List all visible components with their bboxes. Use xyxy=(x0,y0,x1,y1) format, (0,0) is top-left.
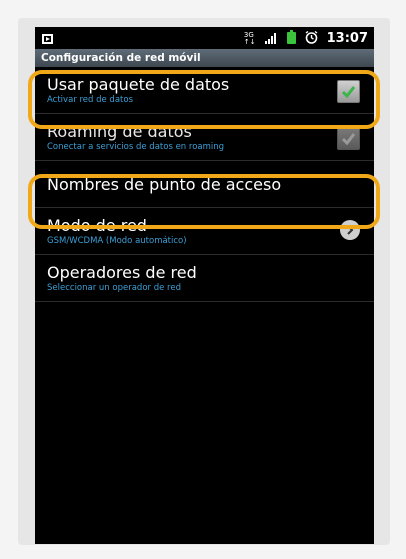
list-item-data-roaming[interactable]: Roaming de datos Conectar a servicios de… xyxy=(35,114,374,161)
signal-icon xyxy=(264,29,278,48)
checkmark-icon xyxy=(341,86,356,98)
item-subtitle: Activar red de datos xyxy=(47,95,133,105)
page-title: Configuración de red móvil xyxy=(35,49,374,67)
phone-screen: 3G ↑↓ 13:07 Configuración de red móvil U… xyxy=(35,27,374,544)
alarm-icon xyxy=(305,29,318,48)
item-title: Modo de red xyxy=(47,216,147,235)
data-roaming-checkbox[interactable] xyxy=(337,127,360,150)
settings-list: Usar paquete de datos Activar red de dat… xyxy=(35,67,374,302)
data-package-checkbox[interactable] xyxy=(337,80,360,103)
item-title: Roaming de datos xyxy=(47,122,192,141)
list-item-use-data-package[interactable]: Usar paquete de datos Activar red de dat… xyxy=(35,67,374,114)
status-time: 13:07 xyxy=(326,31,368,46)
list-item-network-operators[interactable]: Operadores de red Seleccionar un operado… xyxy=(35,255,374,302)
item-subtitle: Conectar a servicios de datos en roaming xyxy=(47,142,225,152)
list-item-access-point-names[interactable]: Nombres de punto de acceso xyxy=(35,161,374,208)
chevron-right-icon[interactable] xyxy=(340,220,360,240)
item-title: Usar paquete de datos xyxy=(47,75,230,94)
item-subtitle: Seleccionar un operador de red xyxy=(47,283,181,293)
item-subtitle: GSM/WCDMA (Modo automático) xyxy=(47,236,187,246)
item-title: Nombres de punto de acceso xyxy=(47,175,282,194)
network-type-icon: 3G ↑↓ xyxy=(243,30,256,46)
battery-icon xyxy=(286,29,296,48)
sd-card-icon xyxy=(41,30,54,49)
list-item-network-mode[interactable]: Modo de red GSM/WCDMA (Modo automático) xyxy=(35,208,374,255)
item-title: Operadores de red xyxy=(47,263,197,282)
status-bar: 3G ↑↓ 13:07 xyxy=(35,27,374,49)
checkmark-icon xyxy=(341,133,356,145)
